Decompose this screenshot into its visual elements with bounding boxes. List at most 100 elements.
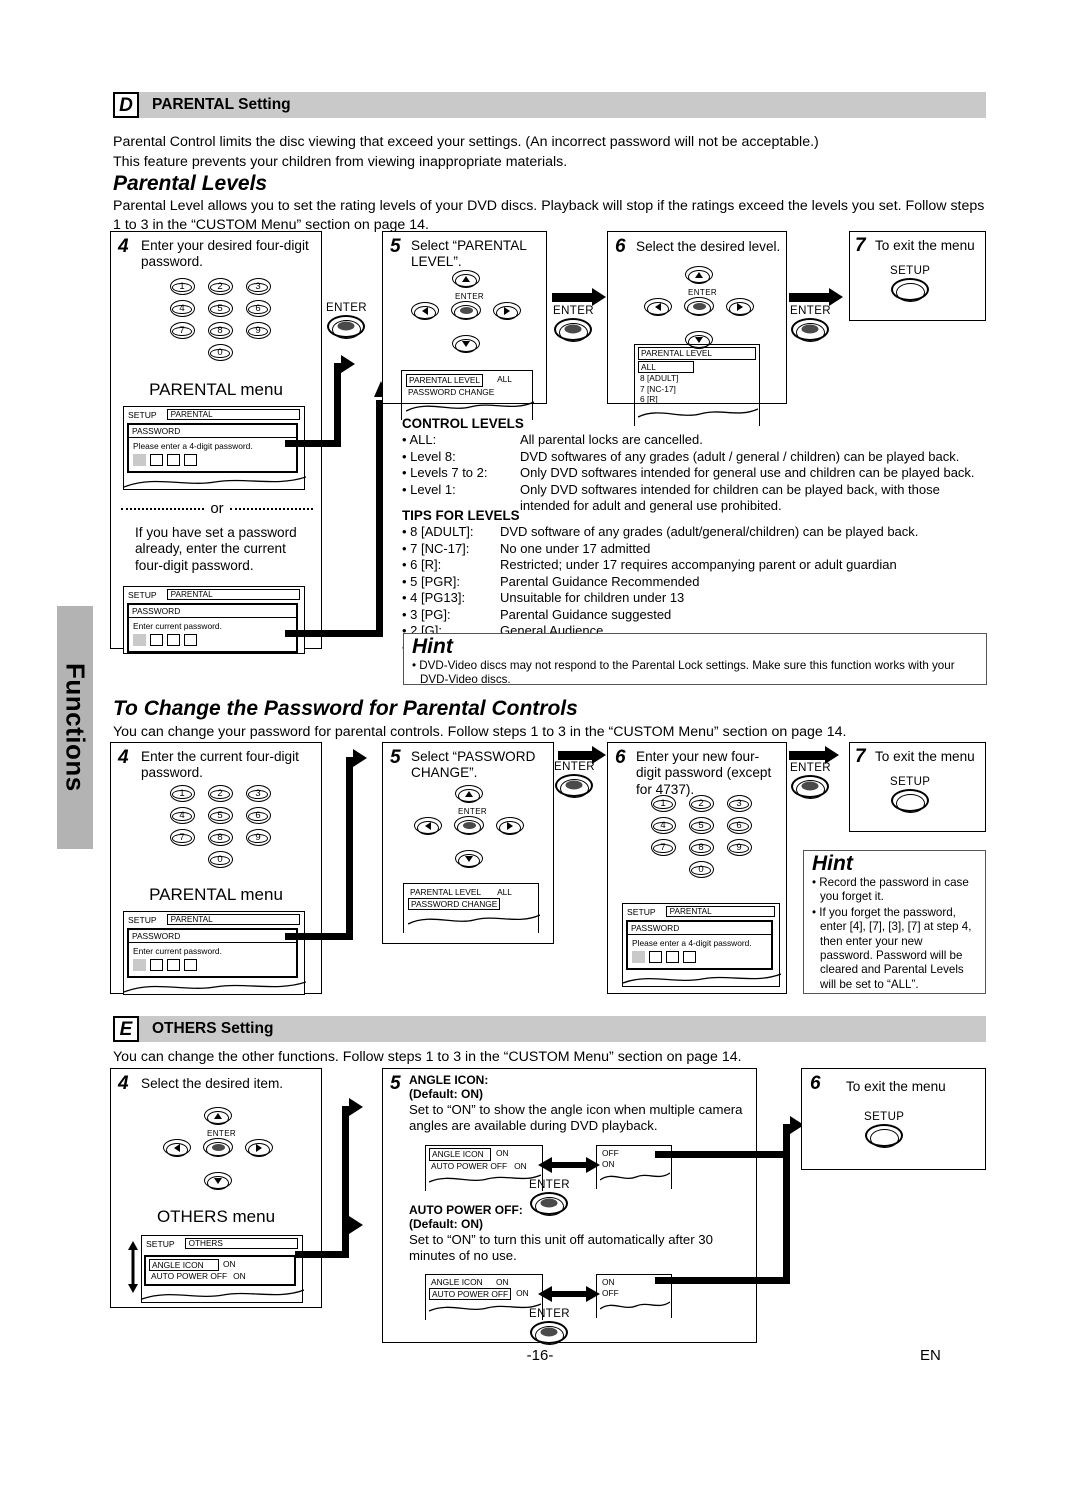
cursor-down-button[interactable] bbox=[455, 850, 483, 868]
row2-step4-keypad[interactable]: 1 2 3 4 5 6 7 8 9 0 bbox=[157, 785, 283, 873]
cursor-right-button[interactable] bbox=[496, 817, 524, 835]
key-8[interactable]: 8 bbox=[207, 829, 233, 846]
parental-intro-line2: This feature prevents your children from… bbox=[113, 154, 568, 170]
cursor-left-button[interactable] bbox=[414, 817, 442, 835]
key-1[interactable]: 1 bbox=[650, 795, 676, 812]
password-box-3 bbox=[167, 634, 180, 646]
row1-enter-button-3[interactable]: ENTER bbox=[790, 305, 831, 342]
key-2[interactable]: 2 bbox=[207, 278, 233, 295]
key-0[interactable]: 0 bbox=[207, 851, 233, 868]
key-7[interactable]: 7 bbox=[169, 829, 195, 846]
osd-menu-tag: PARENTAL bbox=[166, 409, 300, 420]
auto-power-off-heading: AUTO POWER OFF: bbox=[409, 1203, 523, 1217]
row1-enter-button-1[interactable]: ENTER bbox=[326, 302, 367, 339]
key-2[interactable]: 2 bbox=[688, 795, 714, 812]
key-1[interactable]: 1 bbox=[169, 278, 195, 295]
row3-auto-enter-button[interactable]: ENTER bbox=[529, 1308, 570, 1345]
key-1[interactable]: 1 bbox=[169, 785, 195, 802]
key-0[interactable]: 0 bbox=[207, 344, 233, 361]
key-4[interactable]: 4 bbox=[169, 807, 195, 824]
row2-step5-box: 5 Select “PASSWORD CHANGE”. ENTER PARENT… bbox=[382, 742, 554, 944]
cursor-left-button[interactable] bbox=[163, 1139, 191, 1157]
key-8[interactable]: 8 bbox=[207, 322, 233, 339]
key-3[interactable]: 3 bbox=[726, 795, 752, 812]
key-9[interactable]: 9 bbox=[726, 839, 752, 856]
key-7[interactable]: 7 bbox=[650, 839, 676, 856]
password-entry-boxes[interactable] bbox=[133, 454, 292, 466]
enter-oval-icon[interactable] bbox=[554, 318, 593, 342]
key-9[interactable]: 9 bbox=[245, 829, 271, 846]
cursor-right-button[interactable] bbox=[493, 302, 521, 320]
cursor-right-button[interactable] bbox=[726, 298, 754, 316]
row1-enter-button-2[interactable]: ENTER bbox=[553, 305, 594, 342]
row3-step5-number: 5 bbox=[390, 1073, 401, 1094]
row2-step6-keypad[interactable]: 1 2 3 4 5 6 7 8 9 0 bbox=[638, 795, 764, 883]
key-5[interactable]: 5 bbox=[207, 807, 233, 824]
setup-oval-icon[interactable] bbox=[891, 278, 930, 302]
enter-label: ENTER bbox=[529, 1179, 570, 1191]
row1-step6-cursor-pad[interactable]: ENTER bbox=[644, 266, 754, 354]
key-5[interactable]: 5 bbox=[688, 817, 714, 834]
enter-oval-icon[interactable] bbox=[555, 774, 594, 798]
key-9[interactable]: 9 bbox=[245, 322, 271, 339]
section-title-parental: PARENTAL Setting bbox=[139, 92, 986, 118]
row1-step4-keypad[interactable]: 1 2 3 4 5 6 7 8 9 0 bbox=[157, 278, 283, 366]
key-7[interactable]: 7 bbox=[169, 322, 195, 339]
key-4[interactable]: 4 bbox=[169, 300, 195, 317]
password-box-1 bbox=[133, 959, 146, 971]
tips-row: • 3 [PG]: Parental Guidance suggested bbox=[402, 606, 672, 622]
cursor-down-button[interactable] bbox=[204, 1172, 232, 1190]
osd-torn-edge bbox=[599, 1301, 671, 1310]
setup-oval-icon[interactable] bbox=[891, 789, 930, 813]
row3-auto-osd-left: ANGLE ICON ON AUTO POWER OFF ON bbox=[425, 1274, 543, 1320]
hint-item: Record the password in case you forget i… bbox=[819, 876, 978, 905]
enter-oval-icon[interactable] bbox=[791, 775, 830, 799]
enter-oval-icon[interactable] bbox=[327, 315, 366, 339]
key-6[interactable]: 6 bbox=[245, 300, 271, 317]
setup-oval-icon[interactable] bbox=[865, 1124, 904, 1148]
key-6[interactable]: 6 bbox=[245, 807, 271, 824]
password-entry-boxes[interactable] bbox=[632, 951, 767, 963]
arrow-segment bbox=[376, 400, 383, 636]
setup-label: SETUP bbox=[864, 1111, 905, 1123]
key-0[interactable]: 0 bbox=[688, 861, 714, 878]
cursor-up-button[interactable] bbox=[685, 266, 713, 284]
row1-setup-button[interactable]: SETUP bbox=[890, 265, 930, 302]
key-4[interactable]: 4 bbox=[650, 817, 676, 834]
row2-setup-button[interactable]: SETUP bbox=[890, 776, 930, 813]
osd-torn-edge bbox=[407, 914, 541, 925]
key-8[interactable]: 8 bbox=[688, 839, 714, 856]
cursor-up-button[interactable] bbox=[452, 270, 480, 288]
cursor-up-button[interactable] bbox=[204, 1107, 232, 1125]
enter-oval-icon[interactable] bbox=[791, 318, 830, 342]
password-box-4 bbox=[184, 959, 197, 971]
enter-oval-icon[interactable] bbox=[530, 1321, 569, 1345]
key-2[interactable]: 2 bbox=[207, 785, 233, 802]
password-entry-boxes[interactable] bbox=[133, 634, 292, 646]
key-3[interactable]: 3 bbox=[245, 278, 271, 295]
cursor-up-button[interactable] bbox=[455, 785, 483, 803]
row2-step5-text: Select “PASSWORD CHANGE”. bbox=[411, 749, 536, 781]
key-6[interactable]: 6 bbox=[726, 817, 752, 834]
row1-step5-cursor-pad[interactable]: ENTER bbox=[411, 270, 521, 358]
row2-step6-box: 6 Enter your new four-digit password (ex… bbox=[607, 742, 787, 994]
enter-button[interactable] bbox=[454, 816, 484, 835]
enter-button[interactable] bbox=[203, 1138, 233, 1157]
cursor-right-button[interactable] bbox=[245, 1139, 273, 1157]
enter-button[interactable] bbox=[451, 301, 481, 320]
enter-button[interactable] bbox=[684, 297, 714, 316]
cursor-down-button[interactable] bbox=[452, 335, 480, 353]
row2-step5-cursor-pad[interactable]: ENTER bbox=[414, 785, 524, 873]
key-3[interactable]: 3 bbox=[245, 785, 271, 802]
row2-enter-button-2[interactable]: ENTER bbox=[790, 762, 831, 799]
control-levels-row: • Level 8: DVD softwares of any grades (a… bbox=[402, 448, 960, 464]
password-entry-boxes[interactable] bbox=[133, 959, 292, 971]
row3-step4-cursor-pad[interactable]: ENTER bbox=[163, 1107, 273, 1195]
row3-step6-box: 6 To exit the menu SETUP bbox=[801, 1068, 986, 1170]
row2-enter-button-1[interactable]: ENTER bbox=[554, 761, 595, 798]
row3-setup-button[interactable]: SETUP bbox=[864, 1111, 905, 1148]
key-5[interactable]: 5 bbox=[207, 300, 233, 317]
osd-row: OFF bbox=[602, 1287, 619, 1298]
cursor-left-button[interactable] bbox=[411, 302, 439, 320]
cursor-left-button[interactable] bbox=[644, 298, 672, 316]
